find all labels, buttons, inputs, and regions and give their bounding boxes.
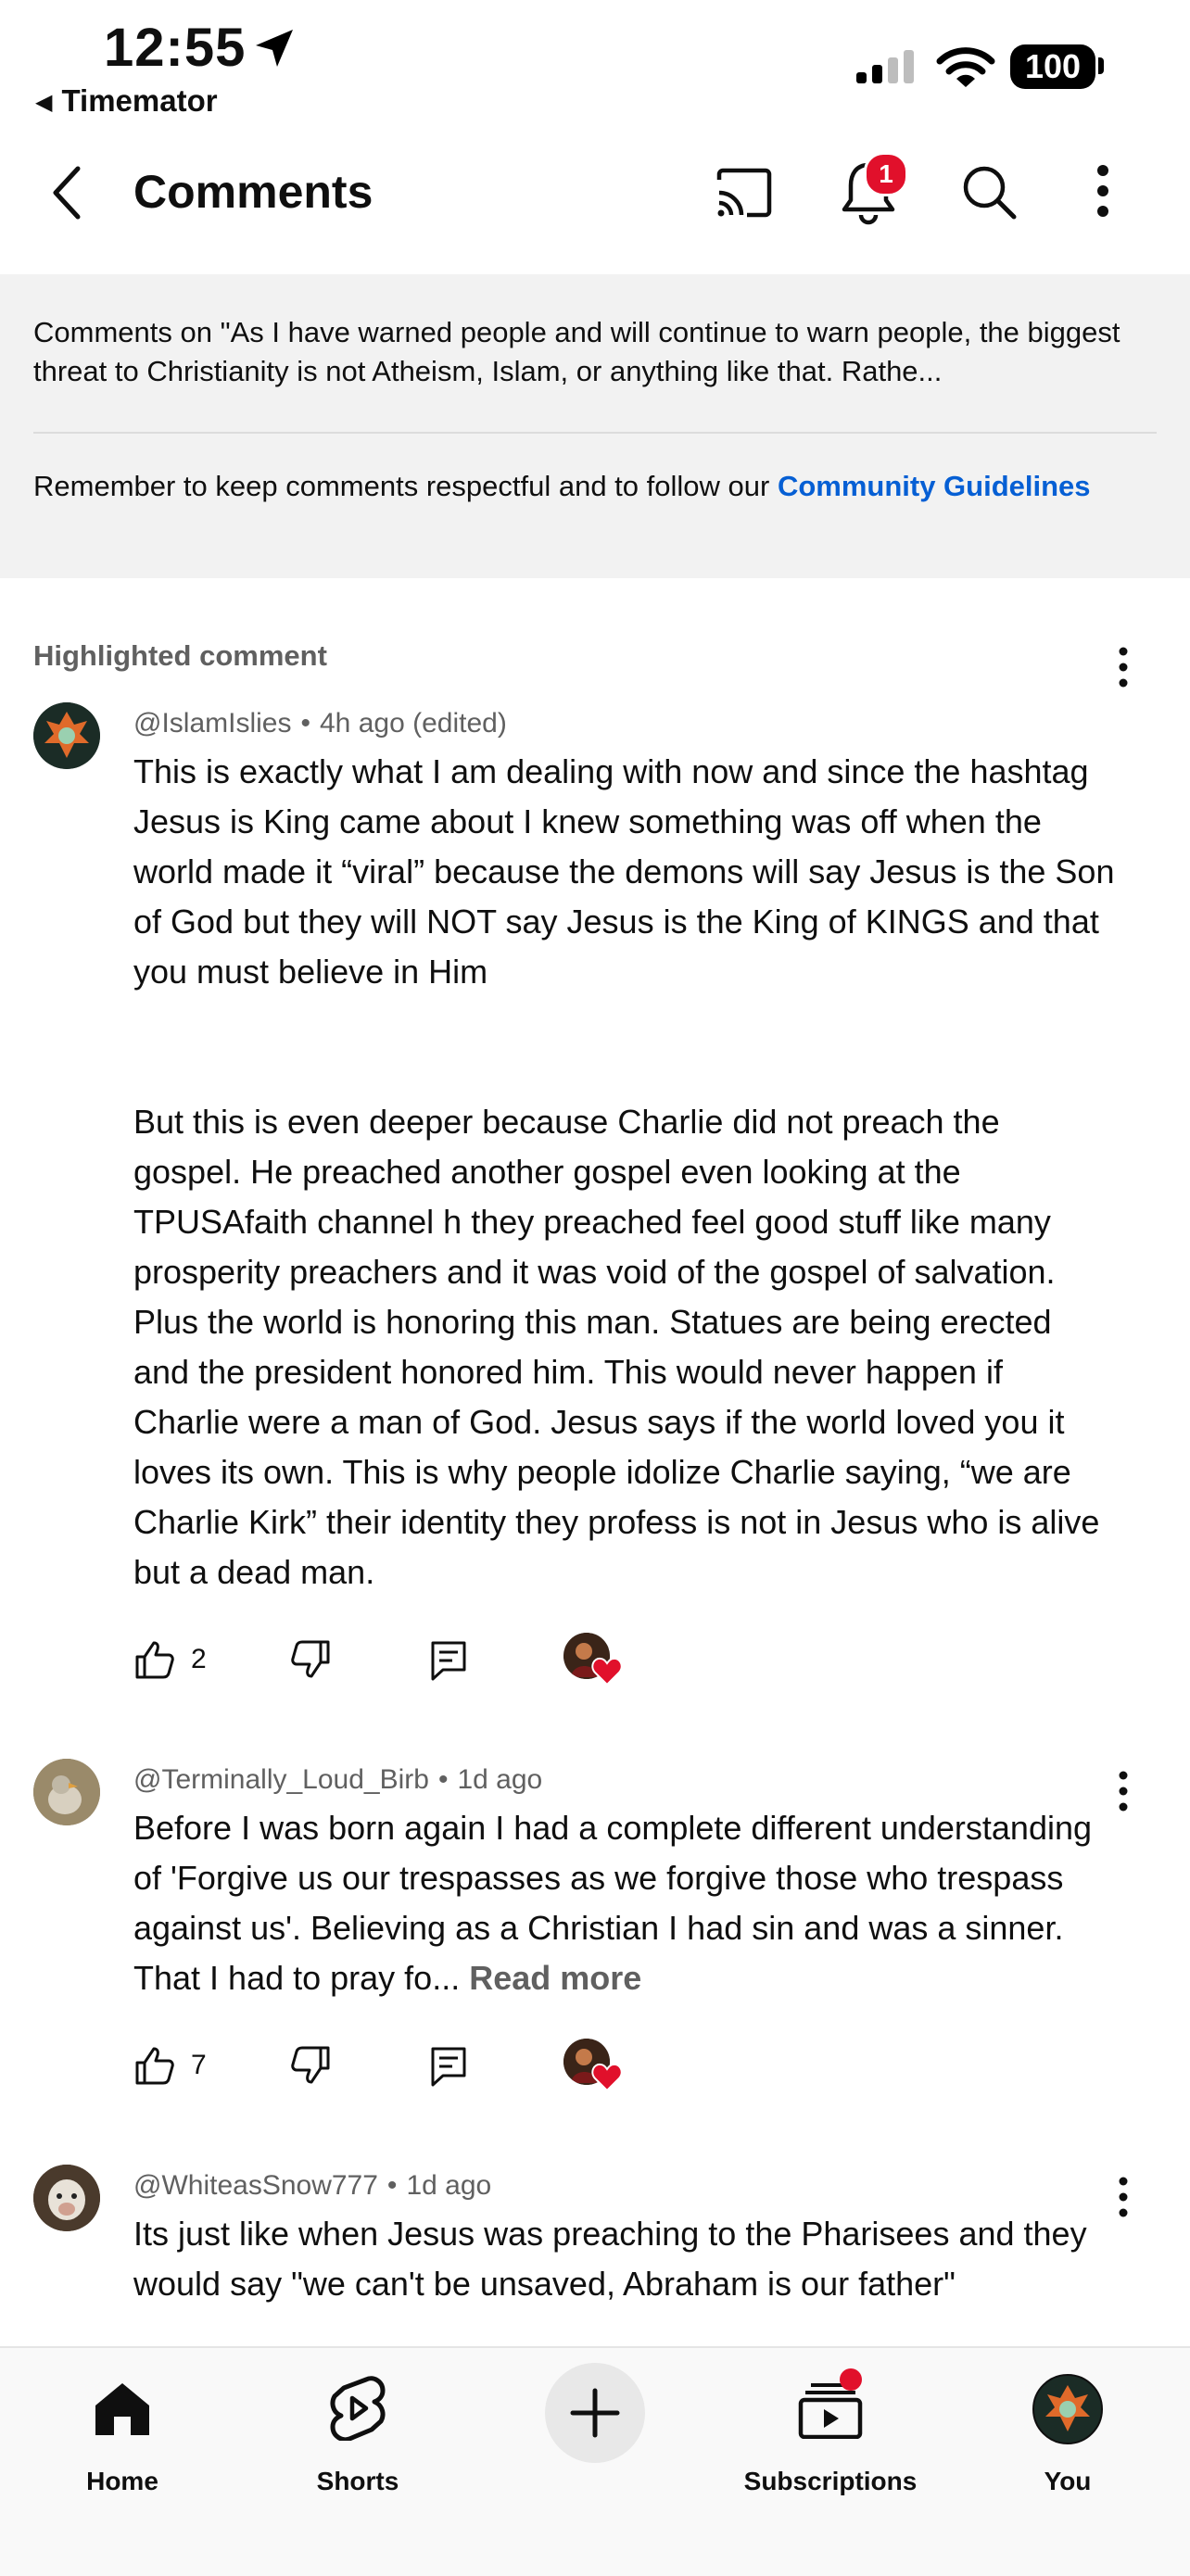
comments-header: Comments <box>0 137 1190 248</box>
bottom-navigation: Home Shorts Subscriptions You <box>0 2346 1190 2576</box>
back-app-label: Timemator <box>61 83 218 118</box>
comment-meta: @Terminally_Loud_Birb • 1d ago <box>133 1764 543 1795</box>
comment-text: Its just like when Jesus was preaching t… <box>133 2215 1087 2303</box>
thumb-up-icon[interactable] <box>133 1640 174 1679</box>
nav-subscriptions[interactable]: Subscriptions <box>738 2361 923 2509</box>
avatar[interactable] <box>33 2165 100 2231</box>
battery-indicator: 100 <box>1010 44 1095 89</box>
comment-time: 1d ago <box>406 2170 492 2201</box>
reply-icon[interactable] <box>430 2046 467 2087</box>
avatar-image <box>33 2165 100 2231</box>
thumb-down-icon[interactable] <box>291 2046 332 2085</box>
guidelines-notice: Remember to keep comments respectful and… <box>33 467 1127 506</box>
location-arrow-icon <box>256 30 293 67</box>
thumb-down-icon[interactable] <box>291 1640 332 1679</box>
more-vert-icon[interactable] <box>1094 163 1112 219</box>
heart-icon <box>591 2063 623 2092</box>
comment-actions: 7 <box>133 2039 690 2094</box>
thumb-up-icon[interactable] <box>133 2046 174 2085</box>
nav-home[interactable]: Home <box>30 2361 215 2509</box>
comment-time: 1d ago <box>457 1764 543 1795</box>
avatar[interactable] <box>33 702 100 769</box>
comment-author[interactable]: @WhiteasSnow777 <box>133 2170 378 2201</box>
search-icon[interactable] <box>960 163 1018 221</box>
comment-author[interactable]: @IslamIslies <box>133 708 291 739</box>
nav-home-label: Home <box>86 2467 158 2495</box>
like-count: 7 <box>191 2050 207 2080</box>
nav-shorts-label: Shorts <box>316 2467 399 2495</box>
comment-meta: @WhiteasSnow777 • 1d ago <box>133 2170 492 2201</box>
back-to-app-link[interactable]: ◀ Timemator <box>35 83 218 119</box>
video-title-context: Comments on "As I have warned people and… <box>33 316 1120 387</box>
avatar-image <box>33 1759 100 1825</box>
wifi-icon <box>936 47 995 87</box>
comment-author[interactable]: @Terminally_Loud_Birb <box>133 1764 429 1795</box>
heart-icon <box>591 1657 623 1686</box>
back-triangle-icon: ◀ <box>35 90 53 115</box>
battery-cap <box>1098 57 1104 74</box>
guidelines-prefix: Remember to keep comments respectful and… <box>33 470 778 502</box>
comment-more-icon[interactable] <box>1109 644 1137 690</box>
cast-icon[interactable] <box>714 165 775 221</box>
subscriptions-new-dot <box>840 2368 862 2391</box>
comment-actions: 2 <box>133 1633 690 1688</box>
nav-subscriptions-label: Subscriptions <box>743 2467 918 2495</box>
nav-shorts[interactable]: Shorts <box>265 2361 450 2509</box>
comment-text: This is exactly what I am dealing with n… <box>133 752 1115 991</box>
signal-icon <box>856 50 914 83</box>
like-count: 2 <box>191 1644 207 1674</box>
comments-info-panel: Comments on "As I have warned people and… <box>0 274 1190 578</box>
back-arrow-icon[interactable] <box>46 163 93 222</box>
notification-badge: 1 <box>864 152 908 196</box>
status-time: 12:55 <box>104 18 247 78</box>
community-guidelines-link[interactable]: Community Guidelines <box>778 470 1091 502</box>
comment-time: 4h ago (edited) <box>320 708 507 739</box>
home-icon <box>95 2383 149 2435</box>
nav-you-label: You <box>1044 2467 1092 2495</box>
comment-text: Before I was born again I had a complete… <box>133 1803 1116 2003</box>
comment-text-continued: But this is even deeper because Charlie … <box>133 1103 1100 1591</box>
divider <box>33 432 1157 434</box>
shorts-icon <box>330 2376 386 2443</box>
highlighted-comment-label: Highlighted comment <box>33 639 327 672</box>
nav-you[interactable]: You <box>975 2361 1160 2509</box>
reply-icon[interactable] <box>430 1640 467 1681</box>
avatar-image <box>33 702 100 769</box>
status-bar: 12:55 ◀ Timemator 100 <box>0 0 1190 130</box>
plus-icon <box>570 2388 620 2438</box>
create-button[interactable] <box>545 2363 645 2463</box>
page-title: Comments <box>133 166 373 218</box>
comment-meta: @IslamIslies • 4h ago (edited) <box>133 708 507 739</box>
read-more-link[interactable]: Read more <box>469 1959 641 1997</box>
avatar[interactable] <box>33 1759 100 1825</box>
profile-avatar-icon <box>1032 2374 1103 2444</box>
